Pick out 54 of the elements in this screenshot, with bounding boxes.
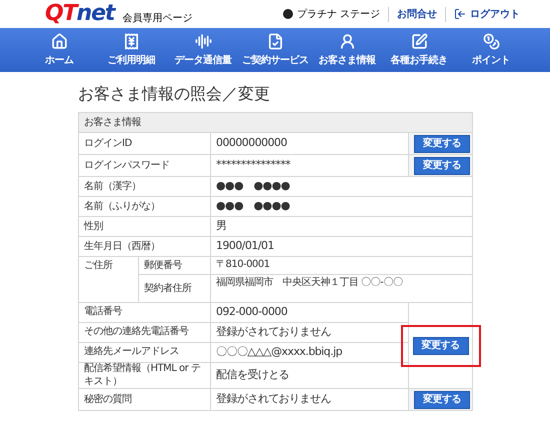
coins-icon: [482, 32, 500, 50]
field-value: 登録がされておりません: [216, 392, 331, 406]
field-value: 〇〇〇△△△@xxxx.bbiq.jp: [216, 345, 342, 358]
field-value: 1900/01/01: [216, 239, 274, 252]
field-label: ログインパスワード: [84, 160, 170, 171]
change-button[interactable]: 変更する: [414, 134, 470, 152]
field-label: 電話番号: [84, 306, 122, 318]
nav-item[interactable]: ご契約サービス: [239, 28, 311, 72]
table-caption: お客さま情報: [84, 116, 141, 128]
receipt-icon: [122, 32, 140, 50]
field-label: 性別: [84, 220, 103, 232]
field-value: ***************: [216, 158, 290, 172]
field-label: ご住所: [84, 260, 112, 271]
field-value: 福岡県福岡市 中央区天神１丁目 〇〇-〇〇: [216, 277, 402, 288]
change-button[interactable]: 変更する: [412, 336, 468, 354]
house-icon: [50, 32, 68, 50]
field-value: 男: [216, 219, 226, 232]
contact-link[interactable]: お問合せ: [388, 6, 437, 22]
document-check-icon: [266, 32, 284, 50]
field-label: その他の連絡先電話番号: [84, 326, 188, 338]
field-label: 名前（漢字）: [84, 180, 141, 192]
nav-item[interactable]: お客さま情報: [311, 28, 383, 72]
field-value: 092-000-0000: [216, 305, 288, 318]
nav-item[interactable]: 各種お手続き: [383, 28, 455, 72]
field-label: 生年月日（西暦）: [84, 240, 160, 252]
field-value: ●●● ●●●●: [216, 199, 290, 212]
field-value: 配信を受けとる: [216, 368, 290, 382]
logout-link[interactable]: ログアウト: [445, 6, 520, 22]
pen-document-icon: [410, 32, 428, 50]
field-label: ログインID: [84, 138, 132, 149]
site-subtitle: 会員専用ページ: [122, 12, 192, 26]
nav-item[interactable]: ポイント: [455, 28, 527, 72]
logo: QTnet: [45, 3, 114, 25]
field-sublabel: 契約者住所: [144, 282, 192, 294]
stage-icon: [282, 9, 293, 19]
nav-item[interactable]: データ通信量: [167, 28, 239, 72]
page-title: お客さま情報の照会／変更: [78, 84, 271, 104]
field-sublabel: 郵便番号: [144, 260, 182, 271]
field-label: 連絡先メールアドレス: [84, 346, 179, 358]
change-button[interactable]: 変更する: [414, 156, 470, 174]
stage-label: プラチナ ステージ: [296, 8, 380, 22]
logout-icon: [454, 8, 466, 20]
field-label: 秘密の質問: [84, 394, 132, 405]
nav-item[interactable]: ご利用明細: [95, 28, 167, 72]
nav-item[interactable]: ホーム: [23, 28, 95, 72]
field-value: 00000000000: [216, 136, 287, 150]
field-value: ●●● ●●●●: [216, 179, 290, 192]
field-value: 〒810-0001: [216, 259, 270, 270]
person-icon: [338, 32, 356, 50]
waveform-icon: [194, 32, 212, 50]
change-button[interactable]: 変更する: [414, 390, 470, 408]
field-value: 登録がされておりません: [216, 325, 331, 338]
field-label: 名前（ふりがな）: [84, 200, 160, 212]
field-label: 配信希望情報（HTML or テキスト）: [84, 363, 200, 386]
